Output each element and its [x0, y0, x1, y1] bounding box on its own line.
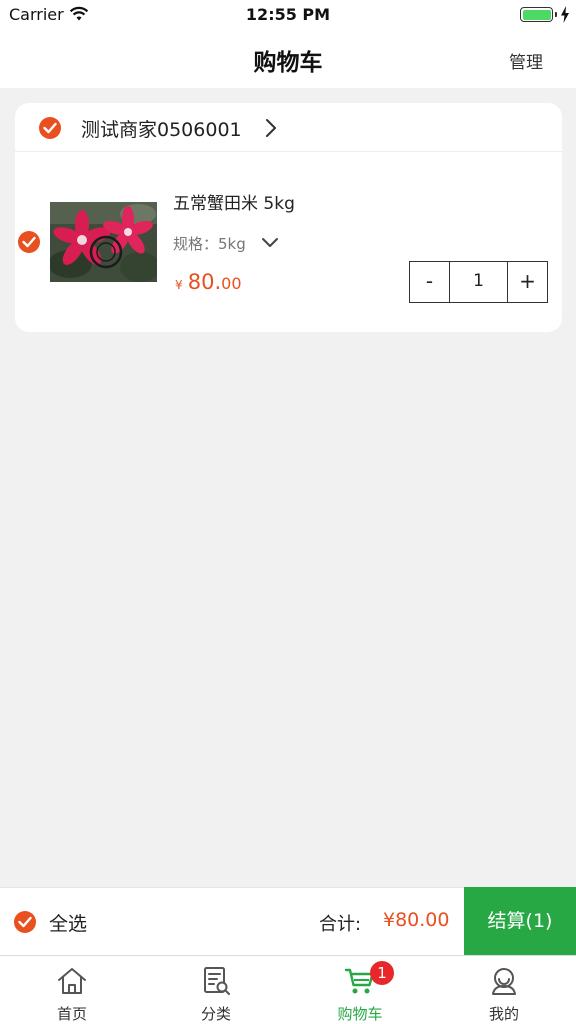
decrease-button[interactable]: - — [410, 262, 450, 302]
status-bar: Carrier 12:55 PM — [0, 0, 576, 30]
product-spec[interactable]: 规格：5kg — [173, 233, 246, 254]
nav-bar: 购物车 管理 — [0, 30, 576, 88]
price-integer: 80. — [187, 270, 222, 294]
chevron-right-icon[interactable] — [265, 118, 277, 138]
product-image[interactable] — [50, 202, 157, 282]
select-all-label[interactable]: 全选 — [49, 909, 87, 936]
checkout-button[interactable]: 结算(1) — [464, 887, 576, 956]
shop-name[interactable]: 测试商家0506001 — [81, 115, 242, 142]
cart-badge: 1 — [370, 961, 394, 985]
tab-profile[interactable]: 我的 — [432, 956, 576, 1024]
tab-label: 首页 — [56, 1005, 87, 1023]
tab-label: 我的 — [488, 1005, 519, 1023]
tab-home[interactable]: 首页 — [0, 956, 144, 1024]
page-title: 购物车 — [253, 50, 323, 76]
tab-bar: 首页 分类 1 购物车 我的 — [0, 955, 576, 1024]
chevron-down-icon[interactable] — [261, 237, 279, 249]
price-currency: ¥ — [175, 278, 183, 292]
battery-cap — [555, 12, 557, 17]
checkmark-icon — [43, 122, 57, 134]
category-icon — [204, 967, 230, 995]
product-price: ¥ 80.00 — [175, 270, 242, 294]
checkmark-icon — [22, 236, 36, 248]
charging-icon — [561, 6, 569, 23]
tab-cart[interactable]: 1 购物车 — [288, 956, 432, 1024]
increase-button[interactable]: + — [507, 262, 547, 302]
flower-image — [50, 202, 157, 282]
tab-label: 分类 — [200, 1005, 231, 1023]
manage-button[interactable]: 管理 — [509, 48, 543, 73]
status-time: 12:55 PM — [245, 5, 331, 24]
quantity-stepper: - 1 + — [409, 261, 548, 303]
shop-header[interactable]: 测试商家0506001 — [15, 103, 562, 152]
quantity-value[interactable]: 1 — [450, 262, 507, 302]
checkmark-icon — [18, 916, 32, 928]
item-checkbox[interactable] — [18, 231, 40, 253]
profile-icon — [492, 968, 516, 995]
price-decimal: 00 — [221, 274, 242, 293]
shop-card: 测试商家0506001 五常蟹田米 5kg 规格：5kg ¥ 80.00 - 1… — [15, 103, 562, 332]
total-value: ¥80.00 — [383, 909, 450, 931]
tab-category[interactable]: 分类 — [144, 956, 288, 1024]
home-icon — [58, 968, 86, 994]
shop-checkbox[interactable] — [39, 117, 61, 139]
tab-label: 购物车 — [337, 1005, 383, 1023]
total-label: 合计: — [319, 914, 362, 935]
checkout-bar: 全选 合计: ¥80.00 结算(1) — [0, 887, 576, 956]
select-all-checkbox[interactable] — [14, 911, 36, 933]
product-name[interactable]: 五常蟹田米 5kg — [173, 189, 295, 214]
battery-icon — [520, 7, 553, 22]
